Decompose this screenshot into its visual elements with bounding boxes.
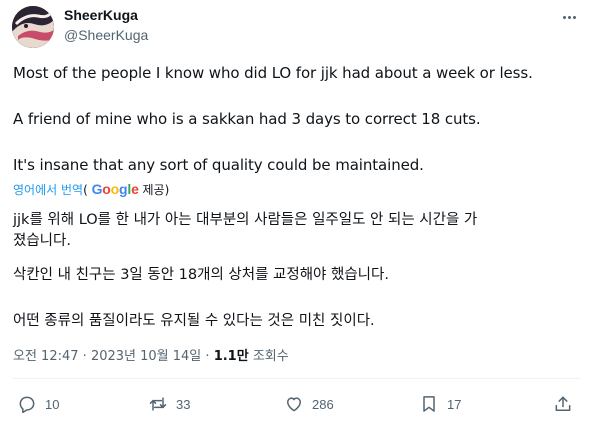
avatar[interactable] (12, 6, 54, 48)
reply-button[interactable]: 10 (17, 394, 59, 414)
translated-text-line: 삭칸인 내 친구는 3일 동안 18개의 상처를 교정해야 했습니다. (13, 267, 389, 283)
tweet-text-line: A friend of mine who is a sakkan had 3 d… (13, 110, 481, 128)
more-dot-icon (567, 15, 571, 19)
like-button[interactable]: 286 (284, 394, 334, 414)
tweet-date[interactable]: 2023년 10월 14일 (91, 349, 201, 364)
author-handle[interactable]: @SheerKuga (64, 27, 148, 43)
views-count: 1.1만 (213, 349, 249, 364)
divider (13, 378, 580, 379)
share-icon (555, 396, 571, 411)
retweet-count: 33 (176, 396, 191, 412)
more-options-button[interactable] (556, 6, 582, 28)
bookmark-count: 17 (447, 396, 462, 412)
more-dot-icon (562, 15, 566, 19)
views-label: 조회수 (252, 349, 289, 364)
open-paren: ( (83, 183, 88, 197)
translation-attribution: 영어에서 번역( Google 제공) (13, 181, 169, 198)
more-dot-icon (572, 15, 576, 19)
translate-link[interactable]: 영어에서 번역 (13, 183, 83, 197)
bookmark-icon (423, 396, 435, 412)
tweet-text-line: Most of the people I know who did LO for… (13, 64, 533, 82)
meta-separator: · (82, 349, 87, 364)
tweet-time[interactable]: 오전 12:47 (13, 349, 79, 364)
author-name[interactable]: SheerKuga (64, 7, 138, 23)
tweet-meta: 오전 12:47 · 2023년 10월 14일 · 1.1만 조회수 (13, 345, 289, 364)
bookmark-button[interactable]: 17 (419, 394, 461, 414)
translated-text-line: 어떤 종류의 품질이라도 유지될 수 있다는 것은 미친 짓이다. (13, 313, 375, 329)
retweet-icon (149, 397, 167, 411)
reply-count: 10 (45, 396, 60, 412)
avatar-image (12, 6, 54, 48)
share-button[interactable] (553, 394, 573, 414)
translated-text-line: 졌습니다. (13, 233, 71, 249)
reply-icon (19, 396, 35, 414)
provided-by-label: 제공) (142, 183, 170, 197)
retweet-button[interactable]: 33 (148, 394, 190, 414)
heart-icon (287, 397, 301, 412)
translated-text-line: jjk를 위해 LO를 한 내가 아는 대부분의 사람들은 일주일도 안 되는 … (13, 212, 478, 228)
google-logo: Google (91, 181, 139, 197)
like-count: 286 (312, 396, 334, 412)
meta-separator: · (205, 349, 210, 364)
tweet-text-line: It's insane that any sort of quality cou… (13, 156, 424, 174)
